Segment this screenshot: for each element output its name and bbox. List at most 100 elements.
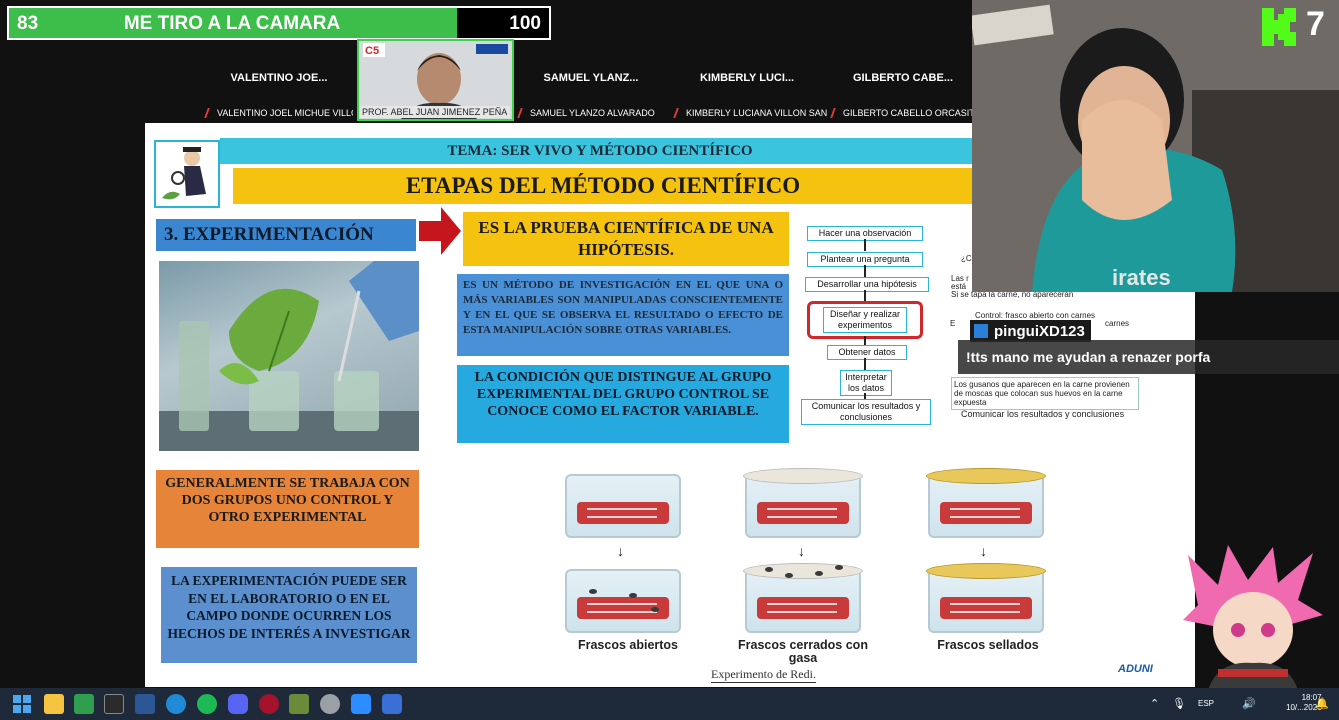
- jar-label: Frascos abiertos: [577, 638, 679, 652]
- taskbar: ⌃ 🎙 ESP 🔊 18:07 10/...2026 🔔: [0, 688, 1339, 720]
- participant-name[interactable]: KIMBERLY LUCI...: [682, 72, 812, 84]
- meat: [757, 597, 849, 619]
- right-col-text: Comunicar los resultados y conclusiones: [961, 409, 1125, 419]
- mic-muted-icon: [673, 108, 685, 118]
- gauze-cover: [743, 468, 863, 484]
- minecraft-icon[interactable]: [289, 694, 309, 714]
- fly: [785, 573, 793, 578]
- fly: [629, 593, 637, 598]
- meat: [577, 502, 669, 524]
- svg-text:C5: C5: [365, 45, 379, 57]
- arrow-down-icon: ↓: [617, 543, 624, 559]
- lab-note: LA EXPERIMENTACIÓN PUEDE SER EN EL LABOR…: [161, 567, 417, 663]
- participant-name[interactable]: GILBERTO CABE...: [838, 72, 968, 84]
- mic-muted-icon: [830, 108, 842, 118]
- anime-character-avatar: [1183, 545, 1323, 690]
- flow-step: Comunicar los resultados y conclusiones: [801, 399, 931, 425]
- vote-title: ME TIRO A LA CAMARA: [123, 13, 341, 34]
- word-icon[interactable]: [135, 694, 155, 714]
- spotify-icon[interactable]: [197, 694, 217, 714]
- mic-muted-icon: [517, 108, 529, 118]
- flow-step: Interpretar los datos: [840, 370, 892, 396]
- notification-bell-icon[interactable]: 🔔: [1315, 697, 1329, 710]
- epic-games-icon[interactable]: [104, 694, 124, 714]
- flow-step-highlighted: Diseñar y realizar experimentos: [823, 307, 907, 333]
- section-title: 3. EXPERIMENTACIÓN: [156, 219, 416, 251]
- windows-start-icon[interactable]: [12, 694, 32, 714]
- jar-label: Frascos sellados: [937, 638, 1039, 652]
- mic-muted-icon: [204, 108, 216, 118]
- vote-right-count: 100: [509, 13, 541, 34]
- sealed-lid: [926, 468, 1046, 484]
- opera-icon[interactable]: [259, 694, 279, 714]
- sheets-icon[interactable]: [74, 694, 94, 714]
- figure-caption: Experimento de Redi.: [711, 667, 816, 683]
- sealed-lid: [926, 563, 1046, 579]
- kick-logo-icon: [1262, 8, 1296, 46]
- discord-icon[interactable]: [228, 694, 248, 714]
- flow-connector: [864, 239, 866, 251]
- jar-gauze-bottom: [743, 563, 863, 635]
- jar-open-top: [565, 468, 681, 540]
- participant-fullname-text: KIMBERLY LUCIANA VILLON SAN...: [686, 108, 828, 118]
- participant-fullname: VALENTINO JOEL MICHUE VILLO...: [203, 106, 353, 120]
- fly: [835, 565, 843, 570]
- groups-note: GENERALMENTE SE TRABAJA CON DOS GRUPOS U…: [156, 470, 419, 548]
- flow-step: Obtener datos: [827, 345, 907, 360]
- scientist-illustration: [154, 140, 220, 208]
- jar-open-bottom: [565, 563, 681, 635]
- arrow-down-icon: ↓: [980, 543, 987, 559]
- meat: [757, 502, 849, 524]
- app-icon[interactable]: [382, 694, 402, 714]
- volume-icon[interactable]: 🔊: [1242, 697, 1256, 710]
- file-explorer-icon[interactable]: [44, 694, 64, 714]
- arrow-right-icon: [419, 207, 461, 255]
- chat-badge-icon: [974, 324, 988, 338]
- vote-progress-bar: 83 ME TIRO A LA CAMARA 100: [7, 6, 551, 40]
- fly: [765, 567, 773, 572]
- right-col-conclusion: Los gusanos que aparecen en la carne pro…: [951, 377, 1139, 410]
- fly: [589, 589, 597, 594]
- participant-fullname: KIMBERLY LUCIANA VILLON SAN...: [672, 106, 828, 120]
- participant-name[interactable]: SAMUEL YLANZ...: [526, 72, 656, 84]
- slide-title: ETAPAS DEL MÉTODO CIENTÍFICO: [233, 168, 973, 204]
- right-col-text: carnes: [1105, 319, 1130, 328]
- chevron-up-icon[interactable]: ⌃: [1150, 697, 1159, 710]
- plant-photo-image: [159, 261, 419, 451]
- language-indicator[interactable]: ESP: [1198, 699, 1214, 708]
- microphone-icon[interactable]: 🎙: [1172, 697, 1186, 710]
- flow-connector: [864, 265, 866, 277]
- fly: [815, 571, 823, 576]
- aduni-logo: ADUNI: [1118, 663, 1153, 675]
- flow-connector: [864, 358, 866, 370]
- fly: [651, 607, 659, 612]
- gauze-cover: [743, 563, 863, 579]
- chat-username-tag: pinguiXD123: [970, 320, 1091, 342]
- topic-header: TEMA: SER VIVO Y MÉTODO CIENTÍFICO: [220, 138, 980, 164]
- svg-text:irates: irates: [1112, 265, 1171, 290]
- viewer-count: 7: [1306, 5, 1325, 43]
- participant-fullname: GILBERTO CABELLO ORCASITAS: [829, 106, 972, 120]
- condition-description: LA CONDICIÓN QUE DISTINGUE AL GRUPO EXPE…: [457, 365, 789, 443]
- right-col-text: E: [950, 319, 956, 328]
- chat-username: pinguiXD123: [994, 322, 1085, 340]
- flow-step: Desarrollar una hipótesis: [805, 277, 929, 292]
- chat-message: !tts mano me ayudan a renazer porfa: [958, 340, 1339, 374]
- plant-experiment-photo: [159, 261, 419, 451]
- meat: [940, 597, 1032, 619]
- method-description: ES UN MÉTODO DE INVESTIGACIÓN EN EL QUE …: [457, 274, 789, 356]
- jar-label: Frascos cerrados con gasa: [738, 638, 868, 665]
- participant-name[interactable]: VALENTINO JOE...: [214, 72, 344, 84]
- jar-sealed-top: [926, 468, 1046, 540]
- scientist-icon: [162, 147, 206, 200]
- teacher-name-label: PROF. ABEL JUAN JIMENEZ PEÑA: [359, 106, 511, 118]
- zoom-icon[interactable]: [351, 694, 371, 714]
- screen: 83 ME TIRO A LA CAMARA 100 VALENTINO JOE…: [0, 0, 1339, 720]
- obs-icon[interactable]: [320, 694, 340, 714]
- participant-fullname: SAMUEL YLANZO ALVARADO: [516, 106, 666, 120]
- jar-gauze-top: [743, 468, 863, 540]
- edge-icon[interactable]: [166, 694, 186, 714]
- participant-fullname-text: SAMUEL YLANZO ALVARADO: [530, 108, 655, 118]
- definition-box: ES LA PRUEBA CIENTÍFICA DE UNA HIPÓTESIS…: [463, 212, 789, 266]
- participant-fullname-text: GILBERTO CABELLO ORCASITAS: [843, 108, 972, 118]
